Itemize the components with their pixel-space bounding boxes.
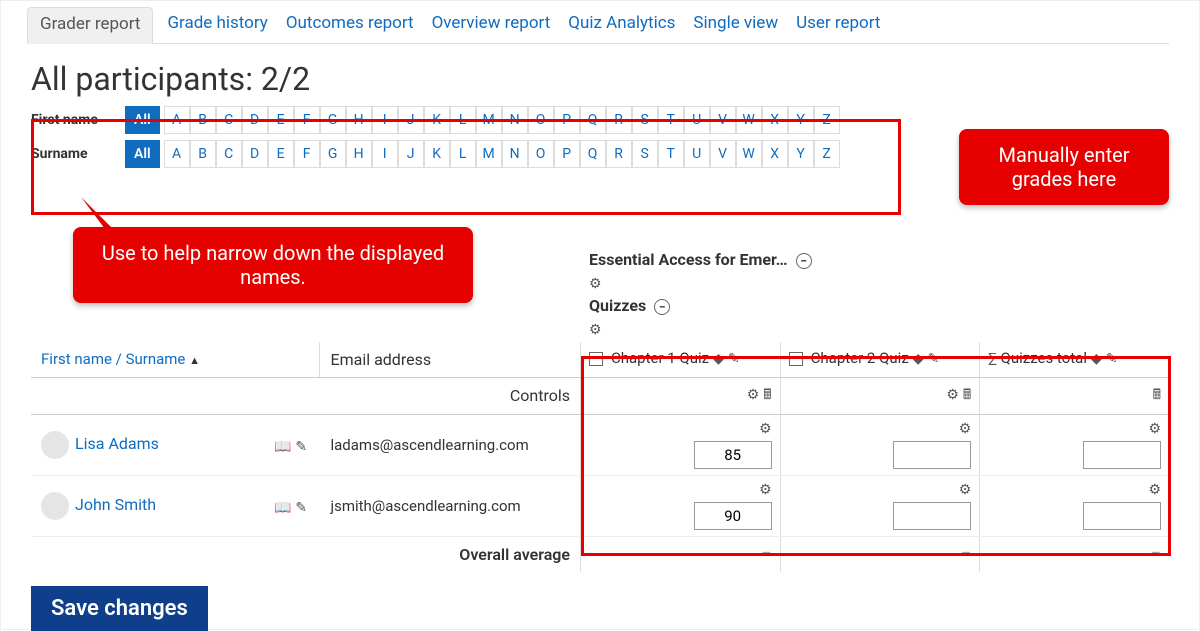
tab-grade-history[interactable]: Grade history	[167, 13, 267, 33]
tab-grader-report[interactable]: Grader report	[27, 7, 153, 44]
annotation-filter-callout-text: Use to help narrow down the displayed na…	[91, 241, 455, 289]
col-email-header: Email address	[320, 342, 580, 377]
student-email: ladams@ascendlearning.com	[320, 428, 580, 462]
controls-label: Controls	[31, 378, 580, 414]
student-email: jsmith@ascendlearning.com	[320, 489, 580, 523]
grades-icon[interactable]: 📖	[274, 500, 291, 516]
annotation-grades-callout-pointer	[849, 251, 969, 371]
grades-icon[interactable]: 📖	[274, 439, 291, 455]
report-tabs: Grader reportGrade historyOutcomes repor…	[31, 1, 1169, 44]
gear-icon[interactable]: ⚙	[589, 276, 602, 292]
collapse-icon[interactable]: −	[796, 253, 812, 269]
annotation-grades-callout: Manually enter grades here	[959, 129, 1169, 205]
edit-icon[interactable]: ✎	[295, 439, 307, 455]
tab-quiz-analytics[interactable]: Quiz Analytics	[568, 13, 675, 33]
tab-outcomes-report[interactable]: Outcomes report	[286, 13, 414, 33]
student-name[interactable]: John Smith	[75, 495, 156, 514]
overall-average-label: Overall average	[31, 537, 580, 572]
tab-overview-report[interactable]: Overview report	[432, 13, 551, 33]
gear-icon[interactable]: ⚙	[589, 322, 602, 338]
annotation-filter-callout: Use to help narrow down the displayed na…	[73, 227, 473, 303]
sort-asc-icon[interactable]: ▲	[189, 354, 200, 367]
quizzes-category-label: Quizzes	[589, 296, 646, 315]
student-name[interactable]: Lisa Adams	[75, 434, 159, 453]
annotation-grades-highlight	[581, 356, 1171, 556]
annotation-filter-highlight	[31, 119, 901, 215]
page-title: All participants: 2/2	[31, 60, 1169, 98]
edit-icon[interactable]: ✎	[295, 500, 307, 516]
save-button[interactable]: Save changes	[31, 586, 208, 631]
col-name-header[interactable]: First name / Surname	[41, 350, 185, 368]
tab-user-report[interactable]: User report	[796, 13, 880, 33]
collapse-icon[interactable]: −	[654, 299, 670, 315]
avatar	[41, 492, 69, 520]
course-category-label: Essential Access for Emer…	[589, 250, 788, 269]
annotation-grades-callout-text: Manually enter grades here	[977, 143, 1151, 191]
avatar	[41, 431, 69, 459]
tab-single-view[interactable]: Single view	[693, 13, 778, 33]
